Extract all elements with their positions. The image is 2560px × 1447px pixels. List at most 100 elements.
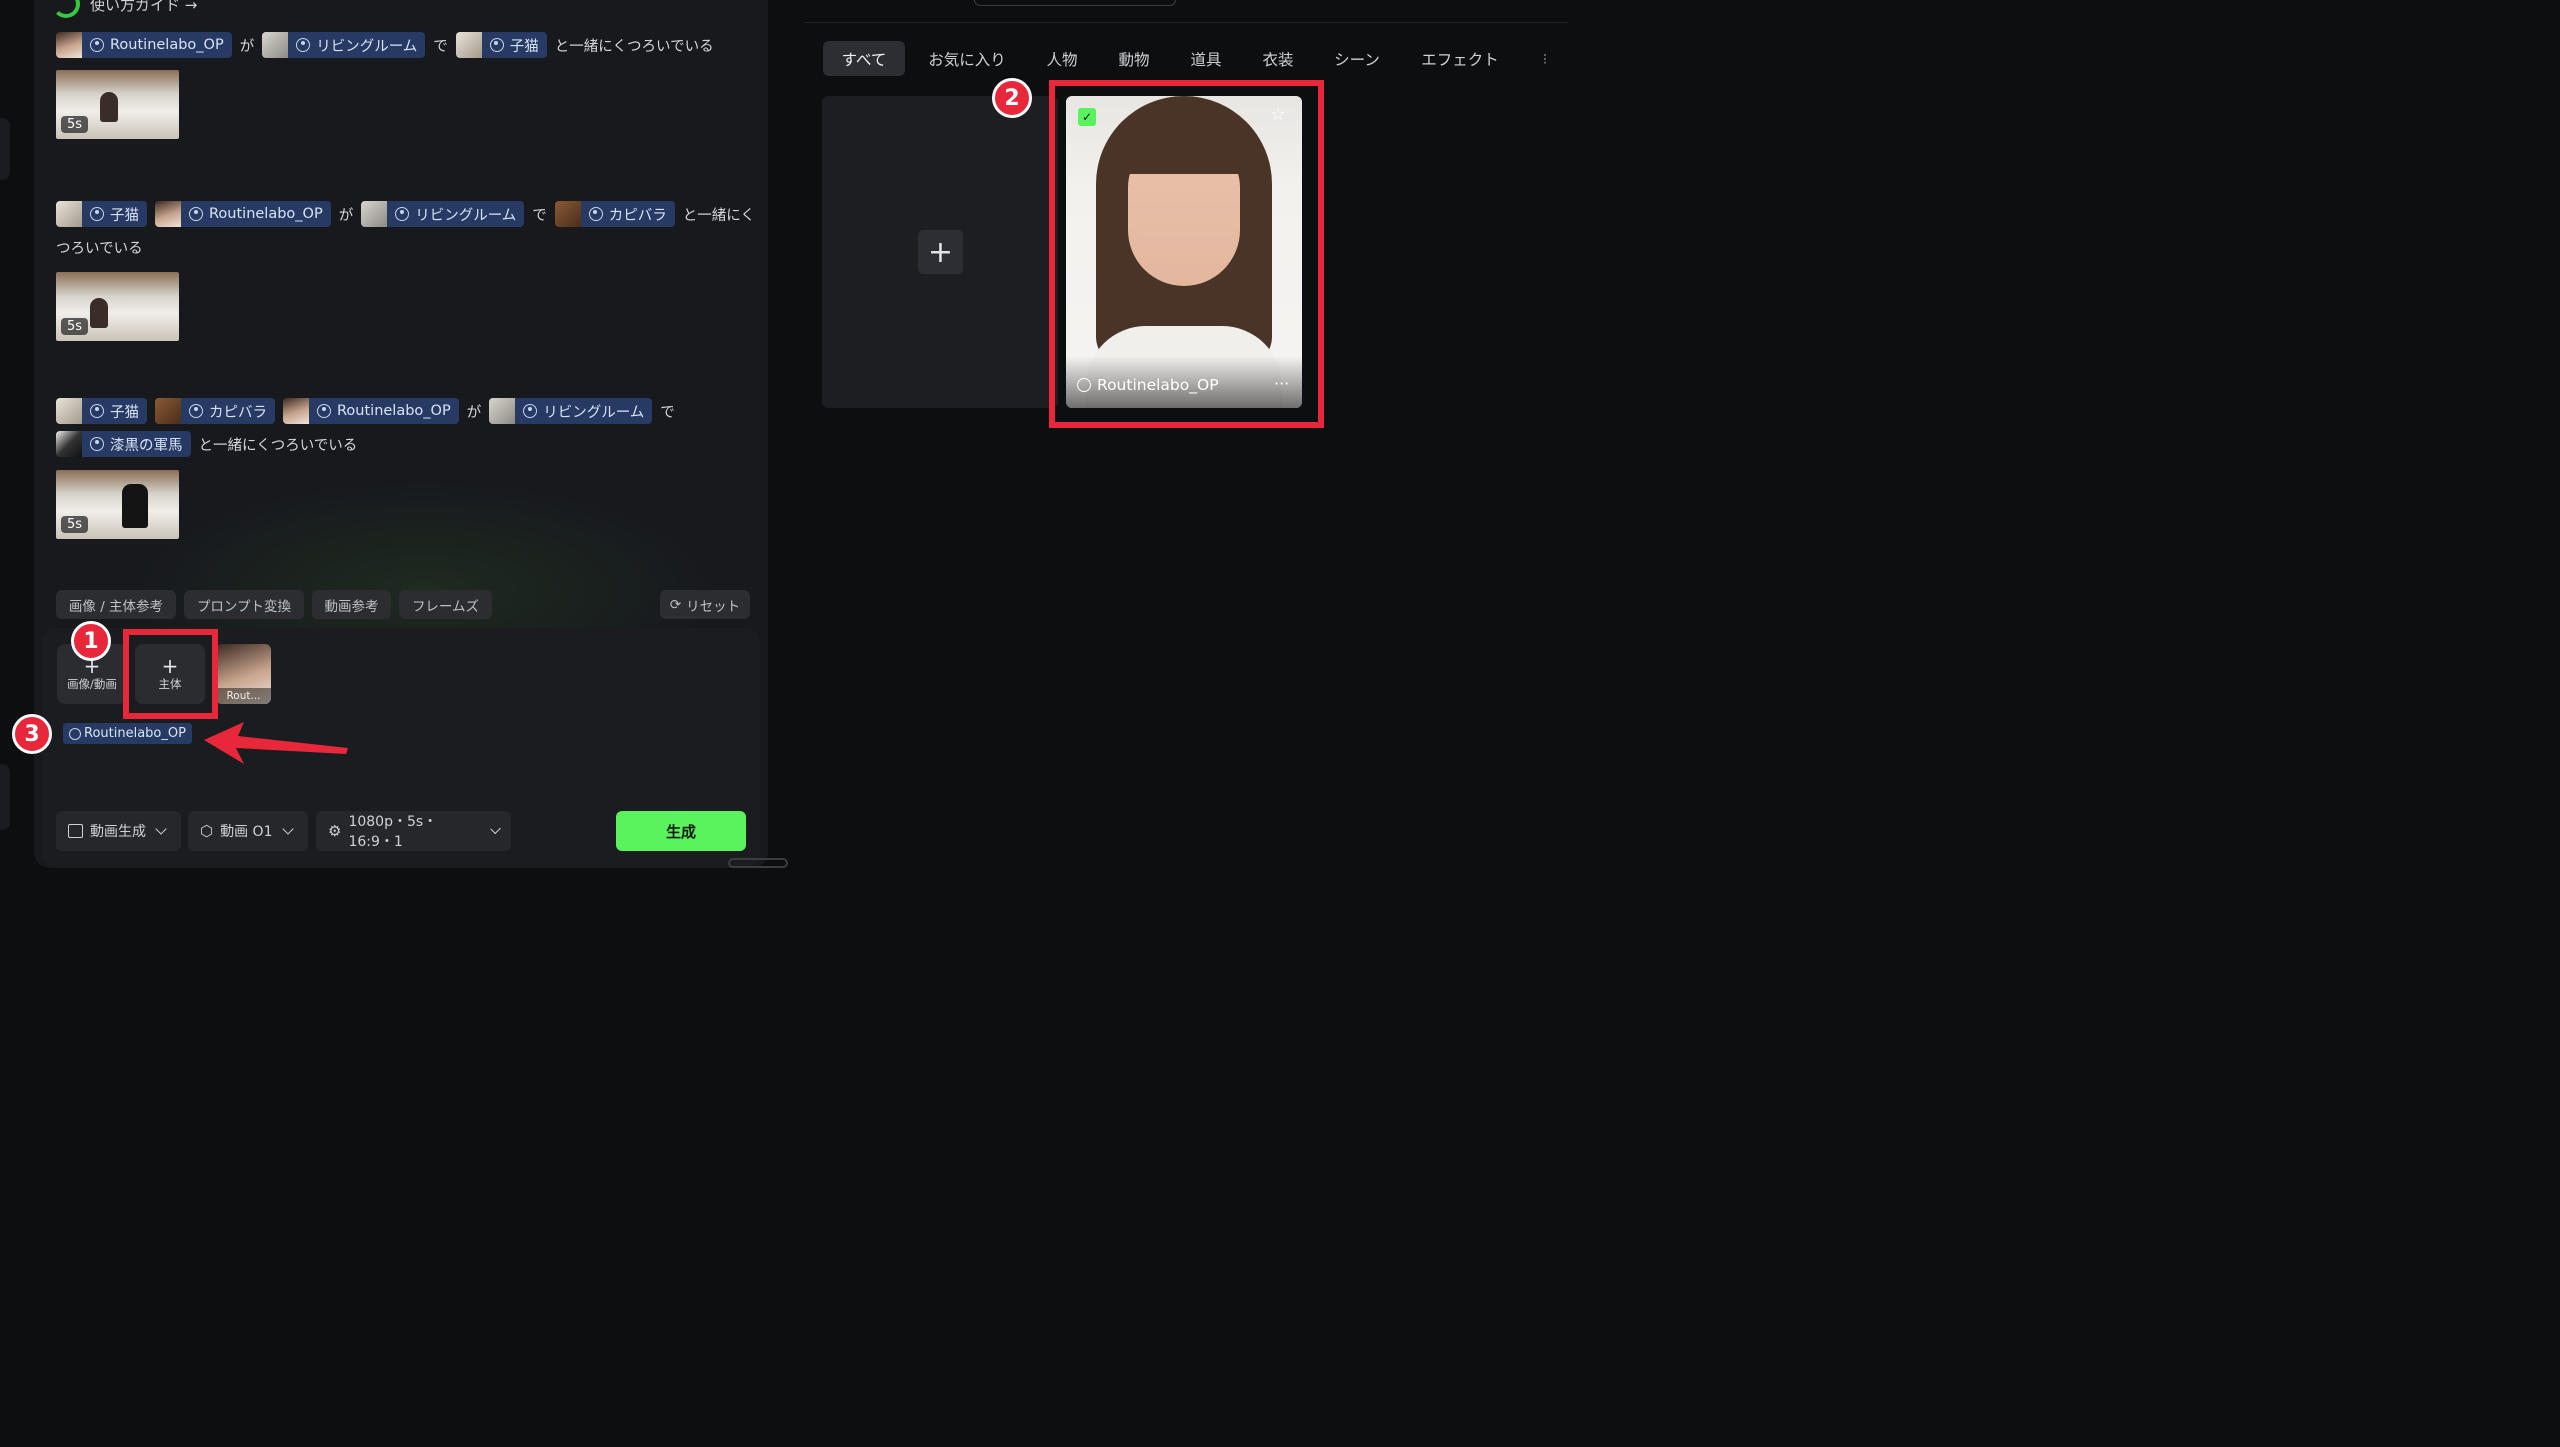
subject-chip[interactable]: 子猫 [56,201,147,227]
prompt-text: で [433,38,448,55]
prompt-text: が [239,38,255,55]
refresh-icon: ⟳ [669,596,682,613]
girl-thumb [283,398,309,424]
subject-chip[interactable]: Routinelabo_OP [283,398,459,424]
tab-people[interactable]: 人物 [1040,41,1084,76]
tabs-overflow-icon[interactable]: ⁝ [1538,41,1552,76]
chip-label: Routinelabo_OP [84,726,186,741]
girl-thumb [155,201,181,227]
video-thumbnail[interactable]: 5s [56,272,179,341]
add-subject-plus-button[interactable]: + [918,230,963,274]
frames-button[interactable]: フレームズ [399,590,492,619]
image-subject-ref-button[interactable]: 画像 / 主体参考 [56,590,176,619]
prompt-convert-button[interactable]: プロンプト変換 [184,590,304,619]
subject-chip[interactable]: カピバラ [155,398,275,424]
prompt-text: が [466,404,482,421]
subject-mention-chip[interactable]: Routinelabo_OP [63,723,192,744]
settings-icon: ⚙ [328,822,342,840]
tab-scene[interactable]: シーン [1328,41,1386,76]
highlight-frame-card [1049,80,1324,428]
prompt-2-line2: つろいでいる [56,237,143,258]
generate-button[interactable]: 生成 [616,811,746,851]
subject-chip[interactable]: 子猫 [56,398,147,424]
reset-button[interactable]: ⟳ リセット [660,590,750,619]
person-icon [189,404,203,418]
scroll-handle[interactable] [728,858,788,868]
prompt-text: つろいでいる [56,241,143,257]
chip-label: リビングルーム [316,38,418,55]
person-icon [90,207,104,221]
prompt-1: Routinelabo_OP が リビングルーム で 子猫 と一緒にくつろいでい… [56,32,714,58]
settings-select[interactable]: ⚙ 1080p・5s・16:9・1 [316,811,511,851]
tab-costume[interactable]: 衣装 [1256,41,1300,76]
highlight-frame-subject [123,629,218,719]
subject-chip[interactable]: リビングルーム [489,398,653,424]
person-icon [90,437,104,451]
tab-tools[interactable]: 道具 [1184,41,1228,76]
person-icon [523,404,538,418]
chip-label: リビングルーム [415,207,517,224]
subject-chip[interactable]: 漆黒の軍馬 [56,431,191,457]
capybara-thumb [155,398,181,424]
chip-label: カピバラ [209,404,267,421]
chip-label: Routinelabo_OP [110,37,224,53]
chip-label: リビングルーム [543,404,645,421]
chevron-down-icon [155,823,167,835]
person-icon [489,38,504,52]
person-icon [588,207,603,221]
subject-chip[interactable]: リビングルーム [262,32,426,58]
subject-chip[interactable]: Routinelabo_OP [56,32,232,58]
video-thumbnail[interactable]: 5s [56,70,179,139]
horse-thumb [56,431,82,457]
figure-shape [90,298,108,328]
video-ref-button[interactable]: 動画参考 [312,590,391,619]
chip-label: 子猫 [110,207,139,224]
subject-chip[interactable]: 子猫 [455,32,547,58]
horse-figure-shape [122,484,148,528]
prompt-3: 子猫 カピバラ Routinelabo_OP が リビングルーム で [56,398,675,424]
red-arrow-icon [204,722,348,764]
annotation-badge-1: 1 [71,621,111,661]
person-icon [395,207,410,221]
calendar-icon [68,824,83,838]
mode-select[interactable]: 動画生成 [56,811,181,851]
rail-tab-top[interactable] [0,118,10,180]
prompt-text: と一緒にく [682,207,756,224]
person-icon [90,404,104,418]
chevron-down-icon [281,823,294,835]
chip-label: Routinelabo_OP [209,206,323,222]
rail-tab-bottom[interactable] [0,764,10,830]
thumb-label: Rout... [216,688,271,704]
subject-chip[interactable]: カピバラ [554,201,675,227]
chip-label: カピバラ [608,207,667,224]
annotation-badge-3: 3 [12,714,52,754]
person-icon [189,207,203,221]
tab-favorites[interactable]: お気に入り [922,41,1012,76]
chip-label: 子猫 [509,38,539,55]
tab-animals[interactable]: 動物 [1112,41,1156,76]
loading-ring-icon [52,0,80,18]
prompt-3-line2: 漆黒の軍馬 と一緒にくつろいでいる [56,431,357,457]
selected-subject-thumb[interactable]: Rout... [216,644,271,704]
chevron-down-icon [489,823,501,835]
video-thumbnail[interactable]: 5s [56,470,179,539]
person-icon [296,38,311,52]
top-handle[interactable] [974,0,1176,6]
person-icon [90,38,104,52]
guide-link[interactable]: 使い方ガイド → [52,0,197,18]
chip-label: 漆黒の軍馬 [110,437,183,454]
annotation-badge-2: 2 [992,78,1032,118]
duration-badge: 5s [61,318,89,335]
prompt-2: 子猫 Routinelabo_OP が リビングルーム で カピバラ と一緒にく [56,201,755,227]
tab-effects[interactable]: エフェクト [1414,41,1506,76]
capybara-thumb [554,201,581,227]
prompt-text: で [532,207,547,224]
add-media-label: 画像/動画 [67,677,117,691]
duration-badge: 5s [61,516,89,533]
room-thumb [489,398,516,424]
subject-chip[interactable]: リビングルーム [361,201,525,227]
room-thumb [361,201,388,227]
model-select[interactable]: ⬡ 動画 O1 [188,811,308,851]
tab-all[interactable]: すべて [823,41,905,76]
subject-chip[interactable]: Routinelabo_OP [155,201,331,227]
